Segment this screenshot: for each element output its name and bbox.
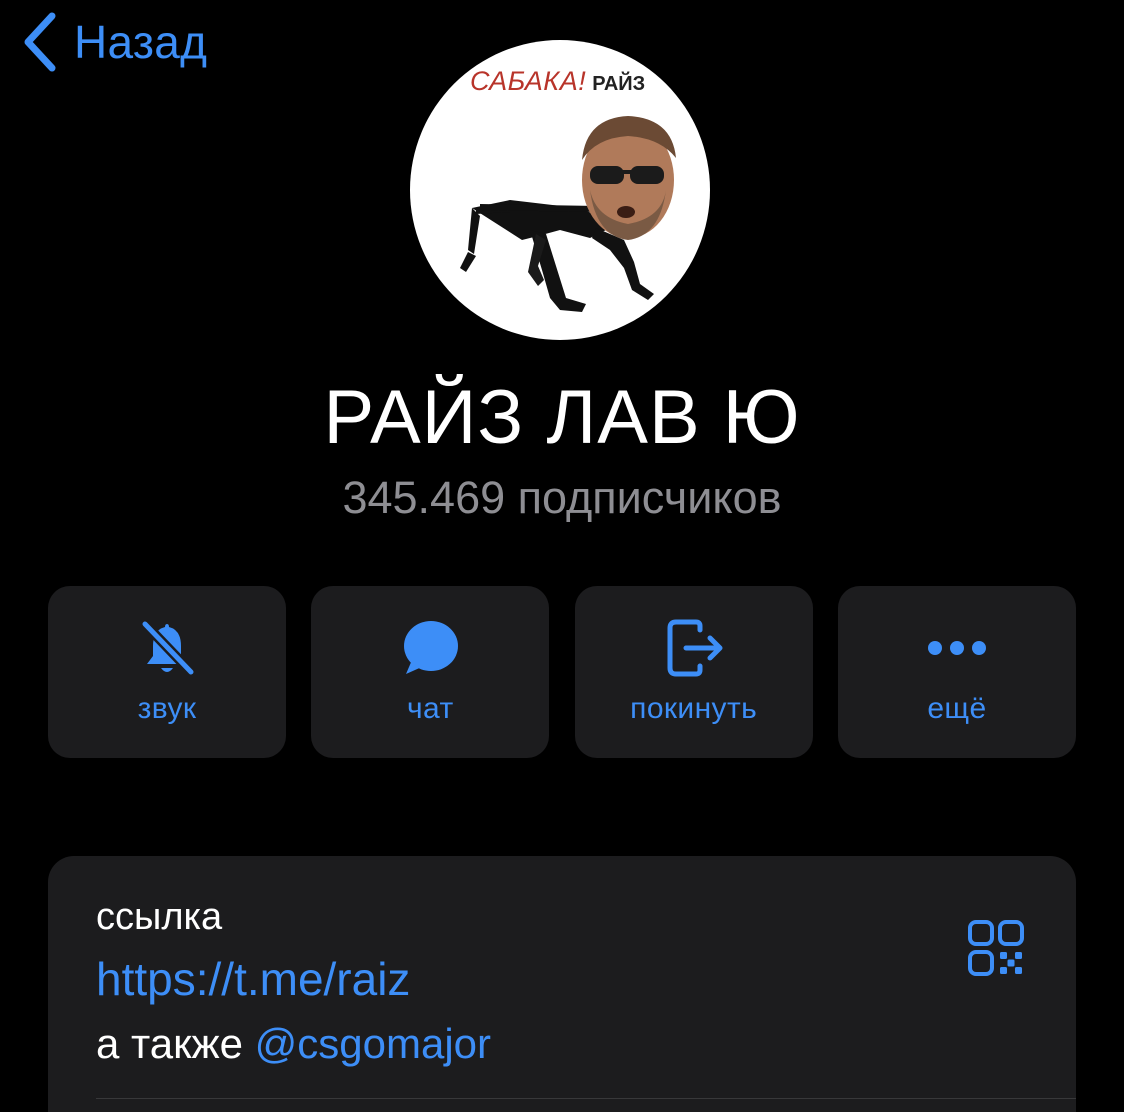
channel-info-card: ссылка https://t.me/raiz а также @csgoma… bbox=[48, 856, 1076, 1112]
back-button[interactable]: Назад bbox=[20, 10, 207, 74]
more-button[interactable]: ещё bbox=[837, 586, 1076, 758]
channel-description: а также @csgomajor bbox=[96, 1020, 491, 1068]
leave-button[interactable]: покинуть bbox=[574, 586, 813, 758]
back-label: Назад bbox=[74, 16, 208, 68]
chat-button[interactable]: чат bbox=[311, 586, 550, 758]
channel-link[interactable]: https://t.me/raiz bbox=[96, 952, 410, 1006]
link-section-title: ссылка bbox=[96, 896, 223, 938]
description-prefix: а также bbox=[96, 1020, 255, 1067]
chevron-left-icon bbox=[24, 12, 56, 72]
info-divider bbox=[96, 1098, 1076, 1099]
mute-label: звук bbox=[137, 692, 197, 725]
chat-label: чат bbox=[407, 692, 454, 725]
leave-icon bbox=[662, 616, 726, 680]
subscriber-count: 345.469 подписчиков bbox=[342, 472, 782, 523]
chat-bubble-icon bbox=[398, 616, 462, 680]
more-label: ещё bbox=[927, 692, 987, 725]
more-icon bbox=[925, 616, 989, 680]
channel-profile-screen: Назад САБАКА! РАЙЗ РАЙЗ ЛАВ Ю 345.469 по… bbox=[0, 0, 1124, 1112]
action-bar: звук чат покинуть ещё bbox=[48, 586, 1076, 758]
leave-label: покинуть bbox=[630, 692, 758, 725]
qr-code-icon[interactable] bbox=[964, 916, 1028, 980]
mute-button[interactable]: звук bbox=[48, 586, 286, 758]
avatar-artwork bbox=[460, 116, 676, 312]
mention-link[interactable]: @csgomajor bbox=[255, 1020, 491, 1067]
channel-avatar[interactable]: САБАКА! РАЙЗ bbox=[410, 40, 710, 340]
channel-title: РАЙЗ ЛАВ Ю bbox=[323, 375, 801, 460]
bell-slash-icon bbox=[135, 616, 199, 680]
